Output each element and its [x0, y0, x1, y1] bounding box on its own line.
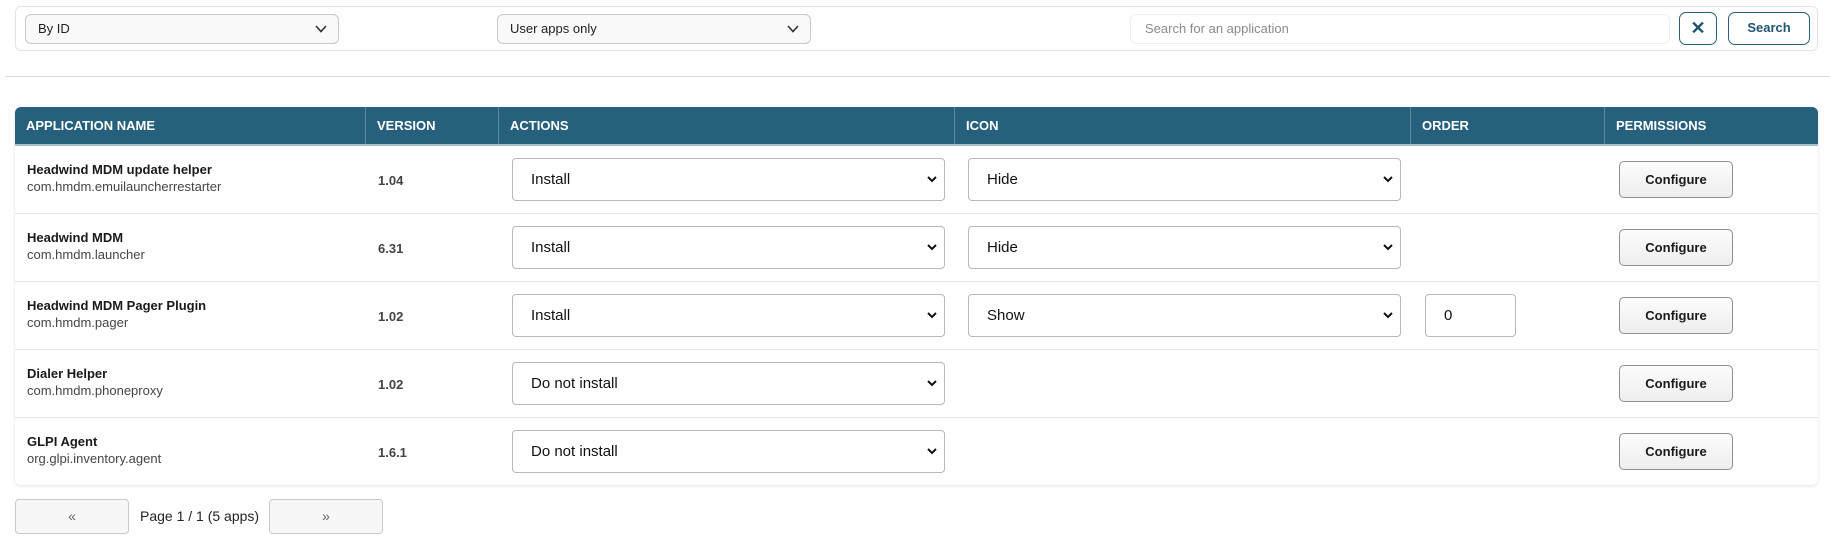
app-type-select-value: User apps only	[510, 21, 597, 36]
app-version: 6.31	[378, 241, 404, 256]
previous-page-button[interactable]: «	[15, 499, 129, 534]
action-select[interactable]: Do not install	[512, 430, 945, 473]
action-select[interactable]: Install	[512, 294, 945, 337]
app-version: 1.6.1	[378, 445, 407, 460]
action-select-value: Install	[531, 307, 571, 324]
app-version: 1.04	[378, 173, 404, 188]
chevron-down-icon	[1383, 312, 1393, 319]
chevron-down-icon	[315, 25, 327, 33]
close-icon: ✕	[1690, 18, 1706, 38]
chevron-down-icon	[927, 176, 937, 183]
column-header-order: ORDER	[1411, 107, 1605, 144]
table-row: Dialer Helper com.hmdm.phoneproxy 1.02 D…	[15, 350, 1818, 418]
configure-permissions-button[interactable]: Configure	[1619, 433, 1733, 470]
search-button[interactable]: Search	[1728, 12, 1810, 45]
chevron-down-icon	[787, 25, 799, 33]
app-name: Headwind MDM Pager Plugin	[27, 298, 207, 313]
filter-bar: By ID User apps only Search for an appli…	[15, 6, 1818, 51]
search-input[interactable]: Search for an application	[1130, 14, 1670, 44]
app-package: com.hmdm.phoneproxy	[27, 383, 163, 398]
search-placeholder: Search for an application	[1145, 21, 1289, 36]
chevron-down-icon	[927, 380, 937, 387]
chevron-down-icon	[1383, 176, 1393, 183]
order-value: 0	[1444, 307, 1453, 324]
order-input[interactable]: 0	[1425, 294, 1516, 337]
column-header-application-name: APPLICATION NAME	[15, 107, 366, 144]
configure-permissions-button[interactable]: Configure	[1619, 297, 1733, 334]
action-select[interactable]: Install	[512, 158, 945, 201]
icon-visibility-select[interactable]: Hide	[968, 158, 1401, 201]
page-info: Page 1 / 1 (5 apps)	[140, 508, 260, 524]
app-package: org.glpi.inventory.agent	[27, 451, 162, 466]
chevron-down-icon	[927, 448, 937, 455]
table-row: Headwind MDM Pager Plugin com.hmdm.pager…	[15, 282, 1818, 350]
column-header-icon: ICON	[955, 107, 1411, 144]
table-row: GLPI Agent org.glpi.inventory.agent 1.6.…	[15, 418, 1818, 485]
icon-select-value: Show	[987, 307, 1025, 324]
divider	[5, 76, 1830, 77]
action-select[interactable]: Install	[512, 226, 945, 269]
app-package: com.hmdm.emuilauncherrestarter	[27, 179, 222, 194]
icon-visibility-select[interactable]: Show	[968, 294, 1401, 337]
icon-select-value: Hide	[987, 239, 1018, 256]
app-type-select[interactable]: User apps only	[497, 14, 811, 44]
app-name: GLPI Agent	[27, 434, 98, 449]
icon-select-value: Hide	[987, 171, 1018, 188]
app-version: 1.02	[378, 377, 404, 392]
app-version: 1.02	[378, 309, 404, 324]
app-package: com.hmdm.launcher	[27, 247, 145, 262]
configure-permissions-button[interactable]: Configure	[1619, 229, 1733, 266]
next-page-button[interactable]: »	[269, 499, 383, 534]
chevron-down-icon	[927, 312, 937, 319]
table-header: APPLICATION NAME VERSION ACTIONS ICON OR…	[15, 107, 1818, 146]
action-select[interactable]: Do not install	[512, 362, 945, 405]
sort-select[interactable]: By ID	[25, 14, 339, 44]
action-select-value: Do not install	[531, 443, 618, 460]
action-select-value: Install	[531, 171, 571, 188]
table-row: Headwind MDM update helper com.hmdm.emui…	[15, 146, 1818, 214]
app-name: Dialer Helper	[27, 366, 108, 381]
app-name: Headwind MDM update helper	[27, 162, 212, 177]
app-package: com.hmdm.pager	[27, 315, 129, 330]
column-header-version: VERSION	[366, 107, 499, 144]
chevron-down-icon	[1383, 244, 1393, 251]
action-select-value: Do not install	[531, 375, 618, 392]
table-row: Headwind MDM com.hmdm.launcher 6.31 Inst…	[15, 214, 1818, 282]
applications-table: APPLICATION NAME VERSION ACTIONS ICON OR…	[15, 107, 1818, 485]
chevron-down-icon	[927, 244, 937, 251]
column-header-actions: ACTIONS	[499, 107, 955, 144]
clear-search-button[interactable]: ✕	[1679, 12, 1717, 45]
sort-select-value: By ID	[38, 21, 70, 36]
icon-visibility-select[interactable]: Hide	[968, 226, 1401, 269]
action-select-value: Install	[531, 239, 571, 256]
configure-permissions-button[interactable]: Configure	[1619, 365, 1733, 402]
configure-permissions-button[interactable]: Configure	[1619, 161, 1733, 198]
app-name: Headwind MDM	[27, 230, 124, 245]
column-header-permissions: PERMISSIONS	[1616, 118, 1707, 133]
